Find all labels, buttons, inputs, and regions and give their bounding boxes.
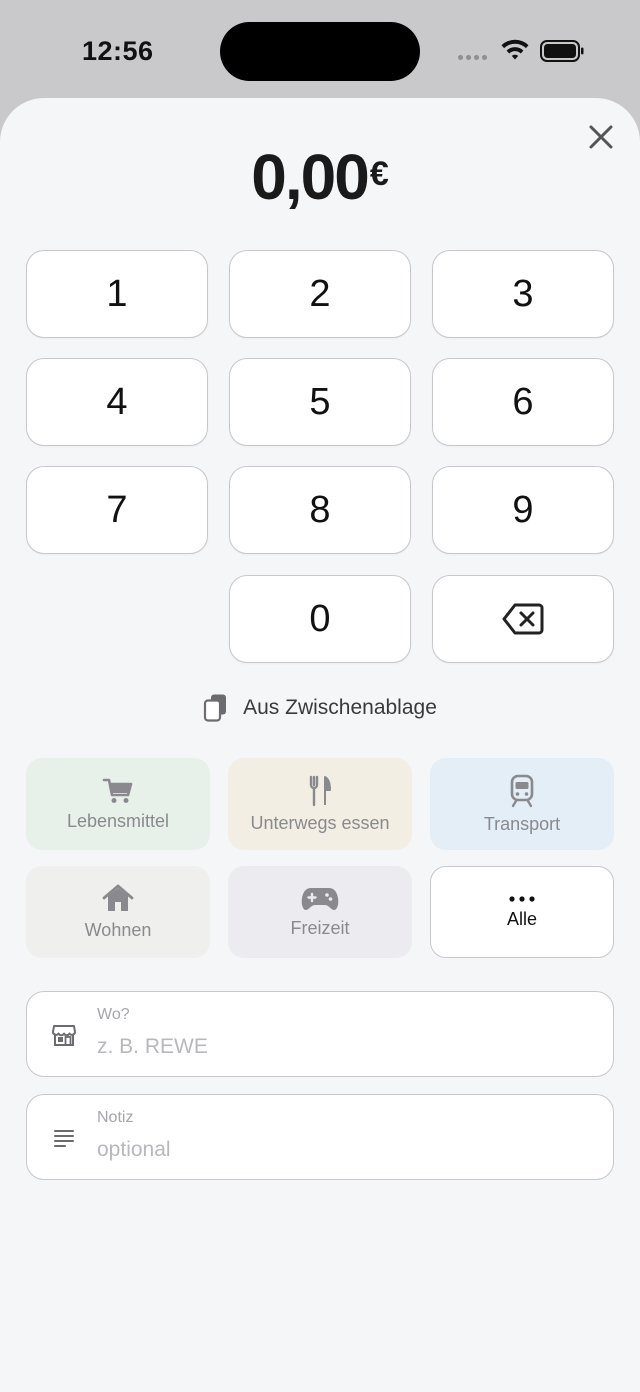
status-bar: 12:56 [0, 0, 640, 100]
gamecontroller-icon [301, 887, 339, 910]
fork-knife-icon [309, 775, 331, 806]
category-label: Alle [506, 908, 537, 929]
category-label: Transport [483, 813, 561, 834]
where-label: Wo? [97, 1006, 130, 1023]
text-lines-icon [54, 1130, 74, 1147]
more-icon [509, 895, 535, 902]
key-5[interactable]: 5 [229, 358, 411, 446]
note-input[interactable] [97, 1133, 587, 1167]
category-label: Freizeit [290, 917, 350, 938]
key-9[interactable]: 9 [432, 466, 614, 554]
house-icon [102, 884, 134, 911]
key-0[interactable]: 0 [229, 575, 411, 663]
key-6[interactable]: 6 [432, 358, 614, 446]
status-time: 12:56 [82, 36, 154, 66]
category-label: Wohnen [84, 919, 152, 940]
category-label: Unterwegs essen [250, 812, 390, 833]
category-transport[interactable]: Transport [430, 758, 614, 850]
paste-from-clipboard-button[interactable]: Aus Zwischenablage [0, 693, 640, 723]
backspace-icon [502, 603, 544, 635]
key-4[interactable]: 4 [26, 358, 208, 446]
category-wohnen[interactable]: Wohnen [26, 866, 210, 958]
category-lebensmittel[interactable]: Lebensmittel [26, 758, 210, 850]
currency-symbol: € [369, 155, 389, 193]
cart-icon [102, 778, 133, 803]
key-7[interactable]: 7 [26, 466, 208, 554]
amount-value: 0,00 [251, 141, 370, 213]
category-alle[interactable]: Alle [430, 866, 614, 958]
dynamic-island [220, 22, 420, 81]
category-label: Lebensmittel [66, 810, 170, 831]
note-label: Notiz [97, 1109, 134, 1126]
battery-icon [540, 40, 584, 62]
key-8[interactable]: 8 [229, 466, 411, 554]
category-unterwegs-essen[interactable]: Unterwegs essen [228, 758, 412, 850]
amount-display: 0,00€ [0, 140, 640, 214]
key-2[interactable]: 2 [229, 250, 411, 338]
key-1[interactable]: 1 [26, 250, 208, 338]
where-input[interactable] [97, 1030, 587, 1064]
cellular-signal-icon [458, 55, 487, 60]
note-field: Notiz [26, 1094, 614, 1180]
tram-icon [510, 774, 534, 807]
backspace-button[interactable] [432, 575, 614, 663]
clipboard-icon [204, 694, 227, 722]
category-freizeit[interactable]: Freizeit [228, 866, 412, 958]
key-3[interactable]: 3 [432, 250, 614, 338]
wifi-icon [501, 39, 529, 60]
where-field: Wo? [26, 991, 614, 1077]
clipboard-label: Aus Zwischenablage [243, 696, 437, 719]
storefront-icon [52, 1025, 76, 1046]
